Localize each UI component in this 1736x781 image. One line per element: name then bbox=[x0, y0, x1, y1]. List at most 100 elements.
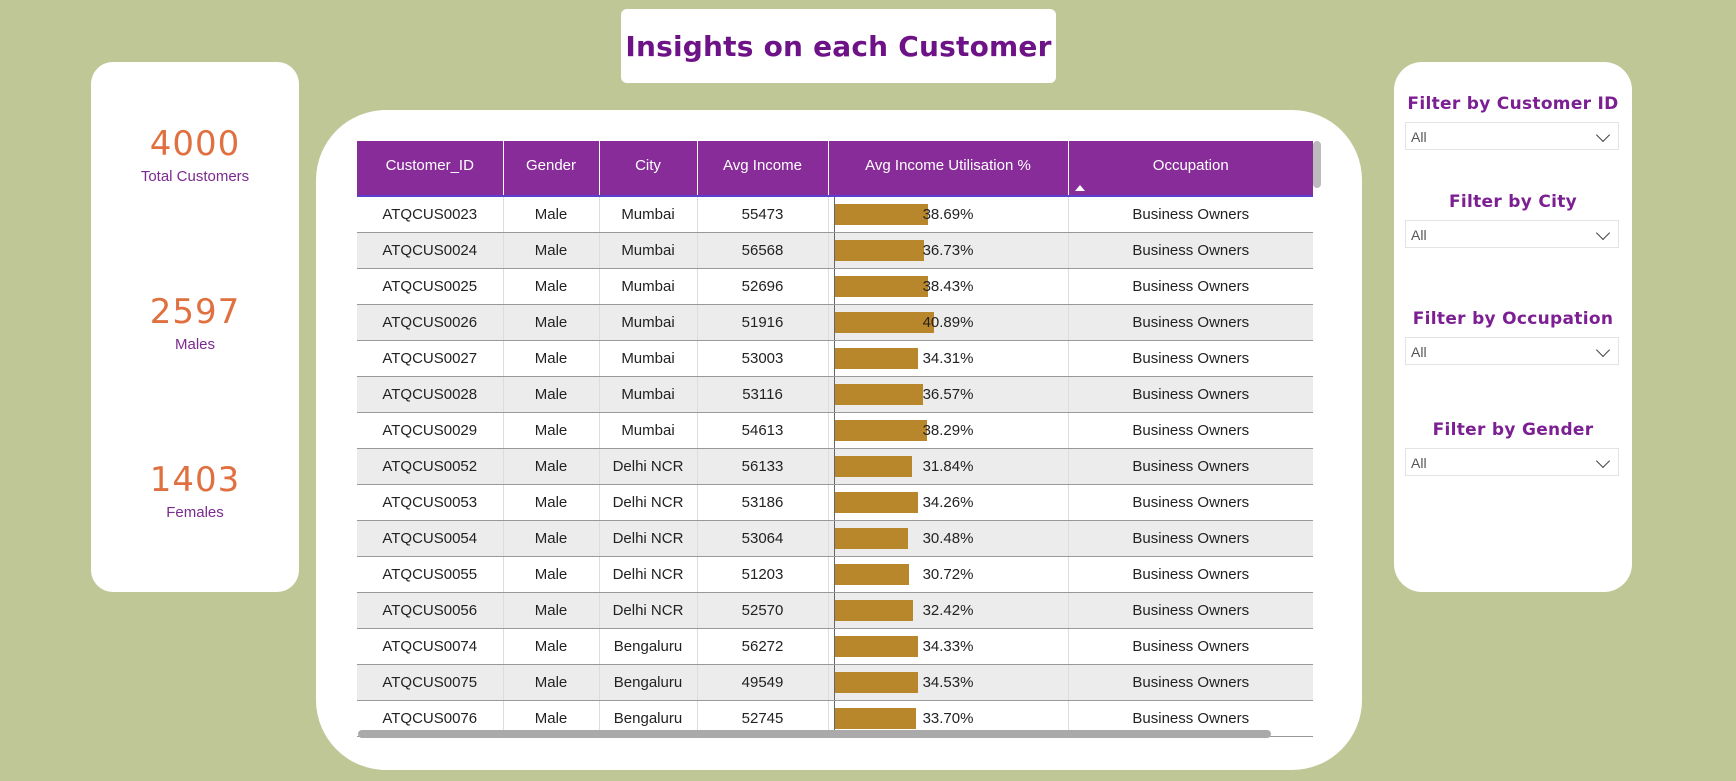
utilisation-bar bbox=[834, 348, 918, 369]
filter-panel: Filter by Customer ID All Filter by City… bbox=[1394, 62, 1632, 592]
cell-avg-income: 53116 bbox=[697, 376, 829, 413]
utilisation-bar bbox=[834, 528, 909, 549]
cell-avg-income: 55473 bbox=[697, 196, 829, 233]
utilisation-value: 30.48% bbox=[922, 530, 974, 547]
cell-customer-id: ATQCUS0028 bbox=[357, 376, 504, 413]
table-row[interactable]: ATQCUS0028 Male Mumbai 53116 36.57% Business … bbox=[357, 376, 1313, 413]
table-row[interactable]: ATQCUS0023 Male Mumbai 55473 38.69% Business … bbox=[357, 196, 1313, 233]
column-header-avg-income[interactable]: Avg Income bbox=[697, 141, 829, 197]
column-header-occupation[interactable]: Occupation bbox=[1068, 141, 1313, 197]
table-row[interactable]: ATQCUS0054 Male Delhi NCR 53064 30.48% Busine… bbox=[357, 520, 1313, 557]
cell-customer-id: ATQCUS0055 bbox=[357, 556, 504, 593]
kpi-value: 4000 bbox=[149, 124, 241, 164]
cell-city: Delhi NCR bbox=[599, 592, 698, 629]
cell-avg-income: 56133 bbox=[697, 448, 829, 485]
cell-avg-income: 54613 bbox=[697, 412, 829, 449]
horizontal-scrollbar[interactable] bbox=[358, 730, 1271, 738]
city-dropdown[interactable]: All bbox=[1405, 220, 1619, 248]
chevron-down-icon bbox=[1595, 225, 1611, 241]
vertical-scrollbar[interactable] bbox=[1313, 141, 1321, 188]
table-row[interactable]: ATQCUS0029 Male Mumbai 54613 38.29% Business … bbox=[357, 412, 1313, 449]
cell-avg-income: 53064 bbox=[697, 520, 829, 557]
dropdown-value: All bbox=[1411, 455, 1427, 471]
cell-customer-id: ATQCUS0026 bbox=[357, 304, 504, 341]
cell-city: Bengaluru bbox=[599, 664, 698, 701]
cell-occupation: Business Owners bbox=[1068, 556, 1313, 593]
utilisation-value: 34.33% bbox=[922, 638, 974, 655]
table-row[interactable]: ATQCUS0056 Male Delhi NCR 52570 32.42% Busine… bbox=[357, 592, 1313, 629]
occupation-dropdown[interactable]: All bbox=[1405, 337, 1619, 365]
cell-customer-id: ATQCUS0023 bbox=[357, 196, 504, 233]
table-row[interactable]: ATQCUS0074 Male Bengaluru 56272 34.33% Busine… bbox=[357, 628, 1313, 665]
utilisation-bar bbox=[834, 600, 914, 621]
column-header-gender[interactable]: Gender bbox=[503, 141, 600, 197]
cell-customer-id: ATQCUS0074 bbox=[357, 628, 504, 665]
cell-avg-income: 52570 bbox=[697, 592, 829, 629]
cell-gender: Male bbox=[503, 268, 600, 305]
table-row[interactable]: ATQCUS0027 Male Mumbai 53003 34.31% Business … bbox=[357, 340, 1313, 377]
table-row[interactable]: ATQCUS0055 Male Delhi NCR 51203 30.72% Busine… bbox=[357, 556, 1313, 593]
cell-occupation: Business Owners bbox=[1068, 376, 1313, 413]
cell-avg-income-utilisation: 34.31% bbox=[828, 340, 1069, 377]
cell-avg-income: 51203 bbox=[697, 556, 829, 593]
cell-avg-income-utilisation: 34.26% bbox=[828, 484, 1069, 521]
chevron-down-icon bbox=[1595, 127, 1611, 143]
cell-customer-id: ATQCUS0075 bbox=[357, 664, 504, 701]
cell-gender: Male bbox=[503, 628, 600, 665]
utilisation-value: 31.84% bbox=[922, 458, 974, 475]
utilisation-bar bbox=[834, 456, 912, 477]
cell-occupation: Business Owners bbox=[1068, 484, 1313, 521]
kpi-males: 2597 Males bbox=[91, 292, 299, 353]
column-header-customer-id[interactable]: Customer_ID bbox=[357, 141, 504, 197]
customer-id-dropdown[interactable]: All bbox=[1405, 122, 1619, 150]
cell-city: Mumbai bbox=[599, 376, 698, 413]
cell-gender: Male bbox=[503, 448, 600, 485]
utilisation-value: 38.69% bbox=[922, 206, 974, 223]
utilisation-bar bbox=[834, 420, 928, 441]
cell-gender: Male bbox=[503, 556, 600, 593]
dropdown-value: All bbox=[1411, 344, 1427, 360]
utilisation-bar bbox=[834, 492, 918, 513]
kpi-label: Males bbox=[174, 336, 215, 353]
gender-dropdown[interactable]: All bbox=[1405, 448, 1619, 476]
cell-gender: Male bbox=[503, 520, 600, 557]
chevron-down-icon bbox=[1595, 342, 1611, 358]
cell-occupation: Business Owners bbox=[1068, 628, 1313, 665]
customer-table: Customer_ID Gender City Avg Income Avg I… bbox=[357, 141, 1313, 737]
table-row[interactable]: ATQCUS0075 Male Bengaluru 49549 34.53% Busine… bbox=[357, 664, 1313, 701]
cell-gender: Male bbox=[503, 664, 600, 701]
cell-avg-income: 56272 bbox=[697, 628, 829, 665]
kpi-card: 4000 Total Customers 2597 Males 1403 Fem… bbox=[91, 62, 299, 592]
dropdown-value: All bbox=[1411, 227, 1427, 243]
column-header-avg-income-utilisation[interactable]: Avg Income Utilisation % bbox=[828, 141, 1069, 197]
table-row[interactable]: ATQCUS0024 Male Mumbai 56568 36.73% Business … bbox=[357, 232, 1313, 269]
utilisation-value: 32.42% bbox=[922, 602, 974, 619]
table-row[interactable]: ATQCUS0026 Male Mumbai 51916 40.89% Business … bbox=[357, 304, 1313, 341]
cell-gender: Male bbox=[503, 232, 600, 269]
cell-avg-income-utilisation: 30.72% bbox=[828, 556, 1069, 593]
table-row[interactable]: ATQCUS0053 Male Delhi NCR 53186 34.26% Busine… bbox=[357, 484, 1313, 521]
cell-city: Mumbai bbox=[599, 232, 698, 269]
utilisation-bar bbox=[834, 636, 918, 657]
kpi-total-customers: 4000 Total Customers bbox=[91, 124, 299, 185]
cell-gender: Male bbox=[503, 340, 600, 377]
cell-occupation: Business Owners bbox=[1068, 520, 1313, 557]
table-row[interactable]: ATQCUS0052 Male Delhi NCR 56133 31.84% Busine… bbox=[357, 448, 1313, 485]
column-header-city[interactable]: City bbox=[599, 141, 698, 197]
cell-city: Mumbai bbox=[599, 304, 698, 341]
cell-city: Mumbai bbox=[599, 340, 698, 377]
cell-occupation: Business Owners bbox=[1068, 412, 1313, 449]
cell-gender: Male bbox=[503, 484, 600, 521]
filter-occupation: Filter by Occupation All bbox=[1394, 309, 1632, 365]
utilisation-bar bbox=[834, 276, 928, 297]
cell-gender: Male bbox=[503, 304, 600, 341]
cell-occupation: Business Owners bbox=[1068, 268, 1313, 305]
table-row[interactable]: ATQCUS0025 Male Mumbai 52696 38.43% Business … bbox=[357, 268, 1313, 305]
cell-gender: Male bbox=[503, 376, 600, 413]
cell-customer-id: ATQCUS0029 bbox=[357, 412, 504, 449]
sort-ascending-icon[interactable] bbox=[1074, 185, 1085, 191]
table-body: ATQCUS0023 Male Mumbai 55473 38.69% Business … bbox=[357, 196, 1313, 737]
cell-avg-income-utilisation: 36.73% bbox=[828, 232, 1069, 269]
filter-title: Filter by Customer ID bbox=[1407, 94, 1619, 114]
utilisation-bar bbox=[834, 312, 934, 333]
